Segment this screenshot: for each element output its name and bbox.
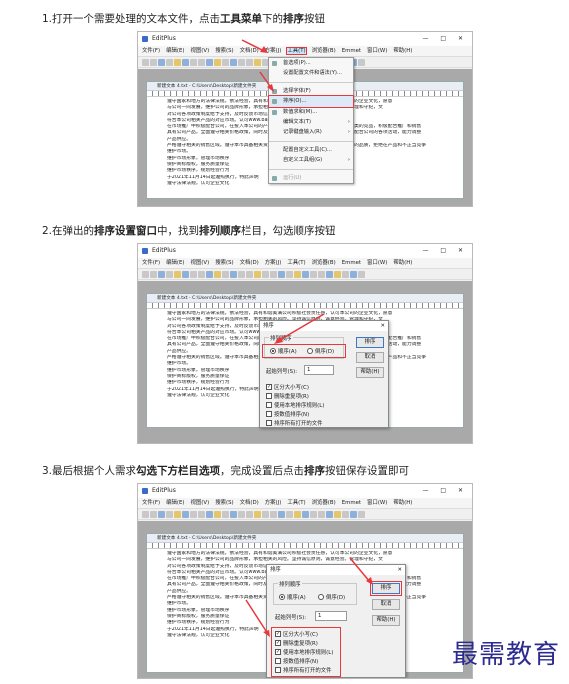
- red-arrow-icon: [245, 557, 373, 637]
- red-arrow-icon: [241, 39, 274, 92]
- step-2-pre: 2.在弹出的: [42, 225, 95, 237]
- step-2-bold1: 排序设置窗口: [94, 225, 158, 237]
- step-3-pre: 3.最后根据个人需求: [42, 465, 137, 477]
- step-1-bold1: 工具菜单: [220, 13, 263, 25]
- step-2-post: 栏目，勾选顺序按钮: [241, 225, 336, 237]
- step-1-post: 按钮: [304, 13, 326, 25]
- step-3-post: 按钮保存设置即可: [325, 465, 410, 477]
- step-3-bold1: 勾选下方栏目选项: [136, 465, 221, 477]
- step-2-text: 2.在弹出的排序设置窗口中，找到排列顺序栏目，勾选顺序按钮: [42, 223, 336, 238]
- step-3-text: 3.最后根据个人需求勾选下方栏目选项，完成设置后点击排序按钮保存设置即可: [42, 463, 409, 478]
- step-1-bold2: 排序: [283, 13, 305, 25]
- red-arrow-icon: [274, 313, 325, 344]
- step-1-mid: 下的: [262, 13, 284, 25]
- screenshot-1: EditPlus — □ ✕ 文件(F) 编辑(E) 视图(V) 搜索(S) 文档(D) 方…: [137, 31, 473, 207]
- step-3-bold2: 排序: [304, 465, 326, 477]
- screenshot-2: EditPlus — □ ✕ 文件(F) 编辑(E) 视图(V) 搜索(S) 文档(D) 方…: [137, 243, 473, 444]
- step-2-bold2: 排列顺序: [199, 225, 242, 237]
- step-1-text: 1.打开一个需要处理的文本文件，点击工具菜单下的排序按钮: [42, 11, 325, 26]
- step-2-mid: 中，找到: [157, 225, 200, 237]
- step-3-mid: ，完成设置后点击: [220, 465, 305, 477]
- screenshot-3: EditPlus — □ ✕ 文件(F) 编辑(E) 视图(V) 搜索(S) 文档(D) 方…: [137, 483, 473, 679]
- step-1-pre: 1.打开一个需要处理的文本文件，点击: [42, 13, 221, 25]
- watermark-logo: 最需教育: [452, 640, 561, 670]
